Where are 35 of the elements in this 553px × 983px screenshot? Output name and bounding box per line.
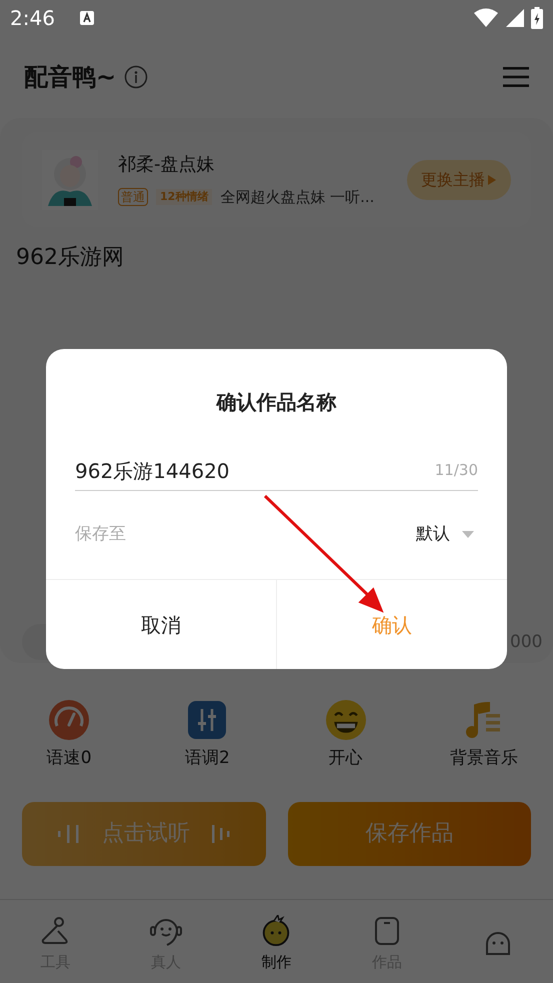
dropdown-caret-icon — [462, 531, 474, 539]
battery-icon — [531, 7, 543, 29]
keyboard-icon — [78, 10, 95, 26]
chick-face-icon — [261, 915, 292, 948]
signal-icon — [505, 8, 525, 28]
menu-icon[interactable] — [503, 66, 529, 88]
wifi-icon — [473, 8, 499, 28]
document-icon — [374, 915, 400, 948]
app-title: 配音鸭~ — [24, 62, 116, 93]
voice-name: 祁柔-盘点妹 — [118, 152, 216, 177]
voice-description: 全网超火盘点妹 一听... — [220, 186, 374, 208]
voice-tag: 12种情绪 — [156, 189, 212, 205]
play-icon — [487, 174, 497, 186]
tool-button[interactable]: 语速0 — [0, 700, 138, 772]
sound-wave-icon — [212, 824, 230, 842]
cancel-button[interactable]: 取消 — [46, 580, 276, 669]
tool-button[interactable]: 背景音乐 — [414, 700, 553, 772]
gauge-icon — [49, 700, 90, 740]
tool-button[interactable]: 开心 — [276, 700, 415, 772]
status-time: 2:46 — [10, 5, 55, 32]
sound-wave-icon — [58, 824, 80, 842]
character-counter: 11/30 — [434, 460, 478, 482]
tool-button[interactable]: 语调2 — [138, 700, 276, 772]
info-icon[interactable] — [124, 65, 148, 89]
grinning-face-icon — [324, 700, 368, 740]
sliders-icon — [188, 700, 226, 740]
script-text: 962乐游网 — [16, 244, 125, 272]
tab[interactable]: 制作 — [221, 900, 332, 983]
voice-tag: 普通 — [118, 188, 148, 206]
confirm-button[interactable]: 确认 — [276, 580, 507, 669]
dialog-title: 确认作品名称 — [216, 389, 336, 416]
save-location-dropdown[interactable]: 默认 — [416, 522, 478, 548]
name-input-field[interactable]: 962乐游144620 11/30 — [75, 451, 478, 491]
change-voice-button[interactable]: 更换主播 — [407, 160, 511, 200]
save-location-label: 保存至 — [75, 523, 126, 546]
